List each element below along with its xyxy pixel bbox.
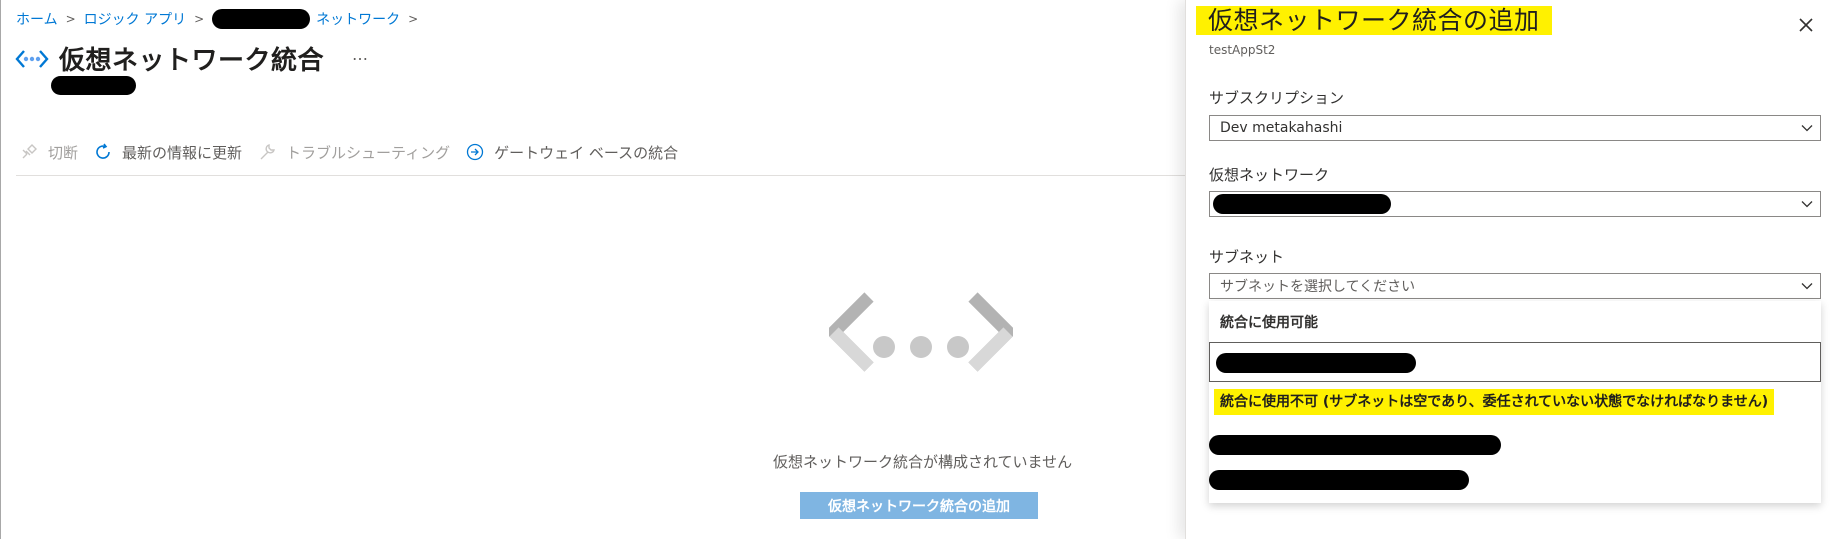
divider [16, 175, 1186, 176]
disconnect-label: 切断 [48, 143, 79, 162]
arrow-circle-icon [464, 141, 486, 163]
main-blade: ホーム > ロジック アプリ > ネットワーク > 仮想ネットワーク統合 … 切… [0, 0, 1186, 539]
empty-state-message: 仮想ネットワーク統合が構成されていません [773, 453, 1073, 471]
redacted-subnet-name [1216, 353, 1416, 373]
breadcrumb: ホーム > ロジック アプリ > ネットワーク > [16, 9, 426, 29]
disconnect-button[interactable]: 切断 [18, 141, 78, 163]
subnet-option-unavailable [1209, 430, 1821, 460]
unplug-icon [18, 141, 40, 163]
redacted-subnet-name [1209, 470, 1469, 490]
redacted-subtitle [51, 76, 136, 95]
unavailable-group-header: 統合に使用不可 (サブネットは空であり、委任されていない状態でなければなりません… [1214, 389, 1775, 415]
refresh-label: 最新の情報に更新 [122, 143, 243, 162]
subscription-select[interactable]: Dev metakahashi [1209, 115, 1821, 141]
refresh-icon [92, 141, 114, 163]
breadcrumb-separator: > [408, 12, 419, 26]
vnet-select[interactable] [1209, 191, 1821, 217]
more-options-button[interactable]: … [352, 45, 368, 64]
chevron-down-icon [1801, 201, 1813, 208]
breadcrumb-logic-apps[interactable]: ロジック アプリ [84, 9, 186, 29]
subnet-label: サブネット [1209, 248, 1285, 266]
available-group-header: 統合に使用可能 [1220, 315, 1318, 331]
vnet-label: 仮想ネットワーク [1209, 166, 1330, 184]
subscription-value: Dev metakahashi [1220, 120, 1343, 136]
close-icon[interactable] [1795, 14, 1817, 36]
add-vnet-integration-button[interactable]: 仮想ネットワーク統合の追加 [800, 492, 1038, 519]
subnet-option-available[interactable] [1209, 342, 1821, 382]
command-bar: 切断 最新の情報に更新 トラブルシューティング ゲートウェイ ベースの統合 [18, 141, 692, 163]
troubleshoot-label: トラブルシューティング [286, 143, 451, 162]
gateway-integration-button[interactable]: ゲートウェイ ベースの統合 [464, 141, 678, 163]
troubleshoot-button[interactable]: トラブルシューティング [256, 141, 450, 163]
subnet-dropdown-list: 統合に使用可能 統合に使用不可 (サブネットは空であり、委任されていない状態でな… [1209, 301, 1821, 503]
redacted-app-name [212, 9, 311, 29]
vnet-icon [15, 49, 49, 68]
page-header: 仮想ネットワーク統合 … [15, 40, 368, 77]
breadcrumb-separator: > [65, 12, 76, 26]
redacted-subnet-name [1209, 435, 1501, 455]
subscription-label: サブスクリプション [1209, 89, 1345, 107]
panel-title: 仮想ネットワーク統合の追加 [1196, 6, 1552, 35]
redacted-vnet-name [1213, 194, 1391, 214]
refresh-button[interactable]: 最新の情報に更新 [92, 141, 242, 163]
subnet-option-unavailable [1209, 465, 1821, 495]
subnet-select[interactable]: サブネットを選択してください [1209, 273, 1821, 299]
chevron-down-icon [1801, 125, 1813, 132]
breadcrumb-home[interactable]: ホーム [16, 9, 58, 29]
breadcrumb-separator: > [194, 12, 205, 26]
subnet-placeholder: サブネットを選択してください [1220, 279, 1416, 295]
add-vnet-integration-panel: 仮想ネットワーク統合の追加 testAppSt2 サブスクリプション Dev m… [1185, 0, 1834, 539]
wrench-icon [256, 141, 278, 163]
vnet-empty-icon [829, 292, 1013, 372]
gateway-integration-label: ゲートウェイ ベースの統合 [494, 143, 679, 162]
chevron-down-icon [1801, 283, 1813, 290]
panel-subtitle: testAppSt2 [1209, 43, 1276, 57]
page-title: 仮想ネットワーク統合 [59, 46, 325, 76]
breadcrumb-network[interactable]: ネットワーク [316, 9, 400, 29]
